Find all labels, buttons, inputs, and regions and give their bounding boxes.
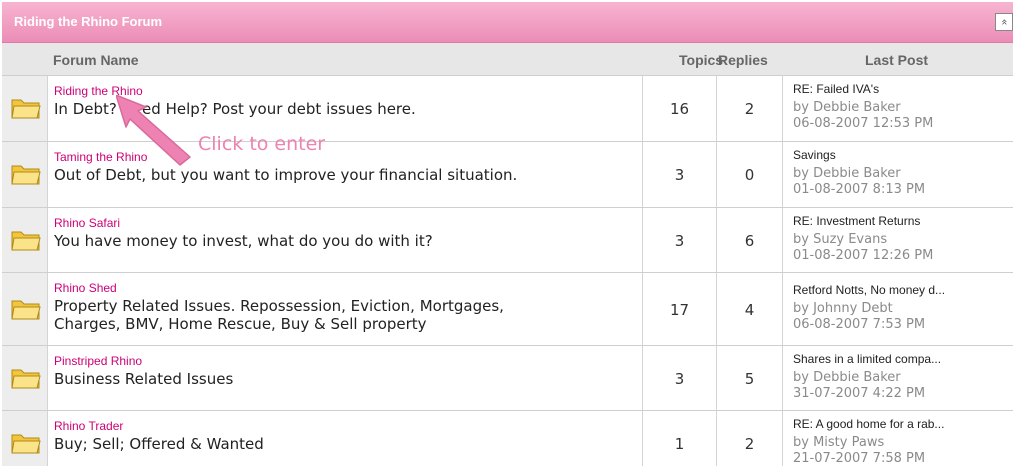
forum-link-pinstriped-rhino[interactable]: Pinstriped Rhino [54,354,142,368]
folder-icon [11,231,41,251]
header-replies: Replies [718,52,768,68]
last-post-title[interactable]: Shares in a limited compa... [793,352,1008,366]
category-title[interactable]: Riding the Rhino Forum [14,14,162,29]
replies-count: 4 [744,301,755,319]
pink-arrow-icon [116,95,191,166]
forum-description: Property Related Issues. Repossession, E… [54,297,504,333]
replies-count: 5 [744,370,755,388]
forum-link-rhino-shed[interactable]: Rhino Shed [54,281,117,295]
replies-count: 2 [744,435,755,453]
last-post-author: by Suzy Evans [793,232,888,247]
last-post-author: by Debbie Baker [793,166,901,181]
last-post-author: by Johnny Debt [793,301,893,316]
forum-description: Business Related Issues [54,370,234,388]
click-to-enter-callout: Click to enter [198,133,326,155]
last-post-cell: RE: Investment Returns by Suzy Evans 01-… [783,208,1013,272]
topics-count: 16 [669,100,690,118]
forum-row: Rhino Safari You have money to invest, w… [2,208,1013,273]
header-forum-name: Forum Name [53,52,139,68]
forum-row: Rhino Shed Property Related Issues. Repo… [2,273,1013,346]
header-last-post: Last Post [865,52,929,68]
last-post-cell: Retford Notts, No money d... by Johnny D… [783,273,1013,345]
header-topics: Topics [679,52,724,68]
topics-count: 1 [674,435,685,453]
column-header-row: Forum Name Topics Replies Last Post [2,43,1013,76]
folder-icon [11,434,41,454]
last-post-date: 01-08-2007 12:26 PM [793,248,934,263]
forum-link-rhino-safari[interactable]: Rhino Safari [54,216,120,230]
topics-count: 3 [674,166,685,184]
last-post-cell: Shares in a limited compa... by Debbie B… [783,346,1013,410]
last-post-author: by Debbie Baker [793,370,901,385]
last-post-date: 31-07-2007 4:22 PM [793,386,926,401]
last-post-cell: RE: Failed IVA's by Debbie Baker 06-08-2… [783,76,1013,141]
last-post-date: 06-08-2007 12:53 PM [793,116,934,131]
last-post-title[interactable]: RE: Investment Returns [793,214,1008,228]
last-post-title[interactable]: RE: Failed IVA's [793,82,1008,96]
last-post-title[interactable]: Retford Notts, No money d... [793,283,1008,297]
forum-description: Out of Debt, but you want to improve you… [54,166,518,184]
forum-description: Buy; Sell; Offered & Wanted [54,435,264,453]
last-post-author: by Misty Paws [793,435,885,450]
topics-count: 3 [674,370,685,388]
replies-count: 0 [744,166,755,184]
last-post-title[interactable]: RE: A good home for a rab... [793,417,1008,431]
replies-count: 2 [744,100,755,118]
forum-description: You have money to invest, what do you do… [54,232,433,250]
replies-count: 6 [744,232,755,250]
folder-icon [11,99,41,119]
last-post-title[interactable]: Savings [793,148,1008,162]
folder-icon [11,300,41,320]
forum-category-box: Riding the Rhino Forum » Forum Name Topi… [0,0,1013,466]
category-title-bar: Riding the Rhino Forum » [2,2,1013,43]
forum-link-rhino-trader[interactable]: Rhino Trader [54,419,123,433]
folder-icon [11,369,41,389]
last-post-date: 06-08-2007 7:53 PM [793,317,926,332]
last-post-cell: Savings by Debbie Baker 01-08-2007 8:13 … [783,142,1013,207]
last-post-date: 01-08-2007 8:13 PM [793,182,926,197]
folder-icon [11,165,41,185]
last-post-cell: RE: A good home for a rab... by Misty Pa… [783,411,1013,466]
forum-row: Pinstriped Rhino Business Related Issues… [2,346,1013,411]
topics-count: 17 [669,301,690,319]
topics-count: 3 [674,232,685,250]
forum-row: Rhino Trader Buy; Sell; Offered & Wanted… [2,411,1013,466]
last-post-date: 21-07-2007 7:58 PM [793,451,926,466]
double-chevron-up-icon[interactable]: » [995,13,1013,31]
last-post-author: by Debbie Baker [793,100,901,115]
